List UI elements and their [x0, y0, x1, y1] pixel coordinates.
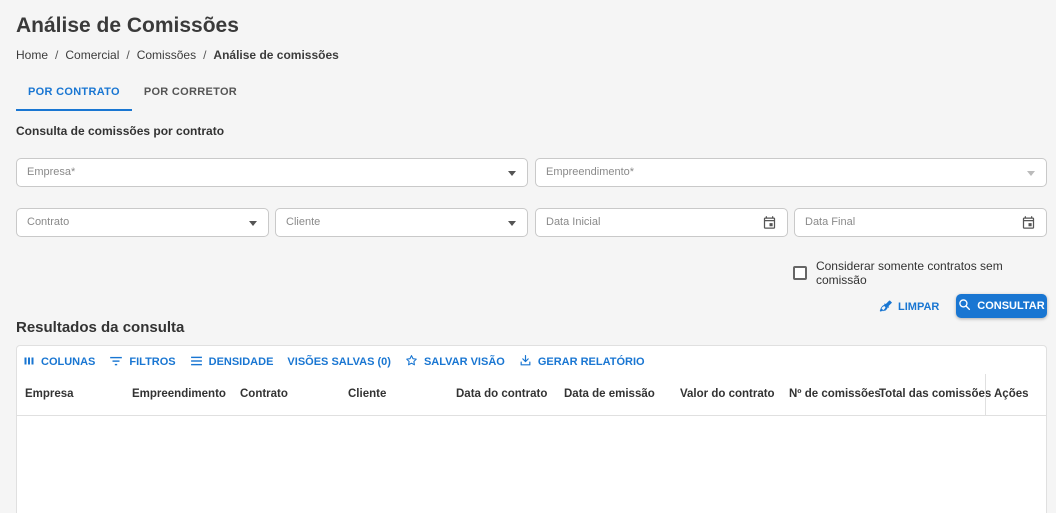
breadcrumb-separator: /	[126, 48, 130, 62]
data-final-input[interactable]: Data Final	[794, 208, 1047, 237]
filter-icon	[109, 355, 123, 370]
search-icon	[958, 298, 971, 314]
column-header-acoes: Ações	[994, 388, 1029, 400]
tabs: POR CONTRATO POR CORRETOR	[16, 78, 249, 111]
column-header-valor-contrato[interactable]: Valor do contrato	[680, 388, 775, 400]
results-grid: COLUNAS FILTROS DENSIDADE VISÕES SALVAS …	[16, 345, 1047, 513]
empreendimento-select[interactable]: Empreendimento*	[535, 158, 1047, 187]
empreendimento-placeholder: Empreendimento*	[546, 166, 635, 178]
column-header-data-contrato[interactable]: Data do contrato	[456, 388, 547, 400]
chevron-down-icon	[508, 171, 516, 176]
column-header-total-comissoes[interactable]: Total das comissões	[879, 388, 991, 400]
section-title: Consulta de comissões por contrato	[16, 124, 225, 138]
filtros-label: FILTROS	[129, 356, 176, 368]
salvar-visao-label: SALVAR VISÃO	[423, 356, 505, 368]
grid-header-row: Empresa Empreendimento Contrato Cliente …	[17, 374, 1046, 416]
gerar-relatorio-label: GERAR RELATÓRIO	[537, 356, 645, 368]
empresa-placeholder: Empresa*	[27, 166, 76, 178]
column-header-data-emissao[interactable]: Data de emissão	[564, 388, 655, 400]
star-icon	[405, 354, 418, 370]
grid-toolbar: COLUNAS FILTROS DENSIDADE VISÕES SALVAS …	[23, 354, 645, 370]
data-inicial-placeholder: Data Inicial	[546, 216, 601, 228]
page-title: Análise de Comissões	[16, 14, 239, 37]
contrato-select[interactable]: Contrato	[16, 208, 269, 237]
chevron-down-icon	[249, 221, 257, 226]
column-header-empresa[interactable]: Empresa	[25, 388, 74, 400]
breadcrumb-comercial[interactable]: Comercial	[65, 48, 119, 62]
sem-comissao-label: Considerar somente contratos sem comissã…	[815, 259, 1003, 287]
results-title: Resultados da consulta	[16, 319, 185, 336]
visoes-salvas-button[interactable]: VISÕES SALVAS (0)	[287, 356, 391, 368]
contrato-placeholder: Contrato	[27, 216, 70, 228]
breadcrumb-home[interactable]: Home	[16, 48, 48, 62]
column-divider	[985, 374, 986, 416]
column-header-num-comissoes[interactable]: Nº de comissões	[789, 388, 881, 400]
column-header-contrato[interactable]: Contrato	[240, 388, 288, 400]
breadcrumb-separator: /	[55, 48, 59, 62]
limpar-label: LIMPAR	[898, 301, 940, 313]
column-header-empreendimento[interactable]: Empreendimento	[132, 388, 226, 400]
column-header-cliente[interactable]: Cliente	[348, 388, 386, 400]
densidade-label: DENSIDADE	[208, 356, 274, 368]
tab-por-contrato[interactable]: POR CONTRATO	[16, 78, 132, 111]
chevron-down-icon	[508, 221, 516, 226]
calendar-icon[interactable]	[1021, 215, 1036, 235]
densidade-button[interactable]: DENSIDADE	[190, 355, 274, 370]
calendar-icon[interactable]	[762, 215, 777, 235]
broom-icon	[878, 299, 892, 316]
consultar-label: CONSULTAR	[977, 300, 1045, 312]
download-icon	[519, 354, 532, 370]
breadcrumb: Home / Comercial / Comissões / Análise d…	[16, 48, 339, 62]
breadcrumb-separator: /	[203, 48, 207, 62]
colunas-button[interactable]: COLUNAS	[23, 355, 95, 370]
density-icon	[190, 355, 203, 370]
cliente-select[interactable]: Cliente	[275, 208, 528, 237]
data-inicial-input[interactable]: Data Inicial	[535, 208, 788, 237]
breadcrumb-current: Análise de comissões	[213, 48, 339, 62]
gerar-relatorio-button[interactable]: GERAR RELATÓRIO	[519, 354, 645, 370]
data-final-placeholder: Data Final	[805, 216, 856, 228]
empresa-select[interactable]: Empresa*	[16, 158, 528, 187]
limpar-button[interactable]: LIMPAR	[878, 297, 939, 317]
salvar-visao-button[interactable]: SALVAR VISÃO	[405, 354, 505, 370]
tab-por-corretor[interactable]: POR CORRETOR	[132, 78, 249, 111]
consultar-button[interactable]: CONSULTAR	[956, 294, 1047, 318]
visoes-salvas-label: VISÕES SALVAS (0)	[287, 356, 391, 368]
colunas-label: COLUNAS	[41, 356, 96, 368]
sem-comissao-option[interactable]: Considerar somente contratos sem comissã…	[793, 259, 1056, 287]
sem-comissao-checkbox[interactable]	[793, 266, 807, 280]
cliente-placeholder: Cliente	[286, 216, 321, 228]
breadcrumb-comissoes[interactable]: Comissões	[137, 48, 196, 62]
filtros-button[interactable]: FILTROS	[109, 355, 176, 370]
chevron-down-icon	[1027, 171, 1035, 176]
columns-icon	[23, 355, 35, 370]
